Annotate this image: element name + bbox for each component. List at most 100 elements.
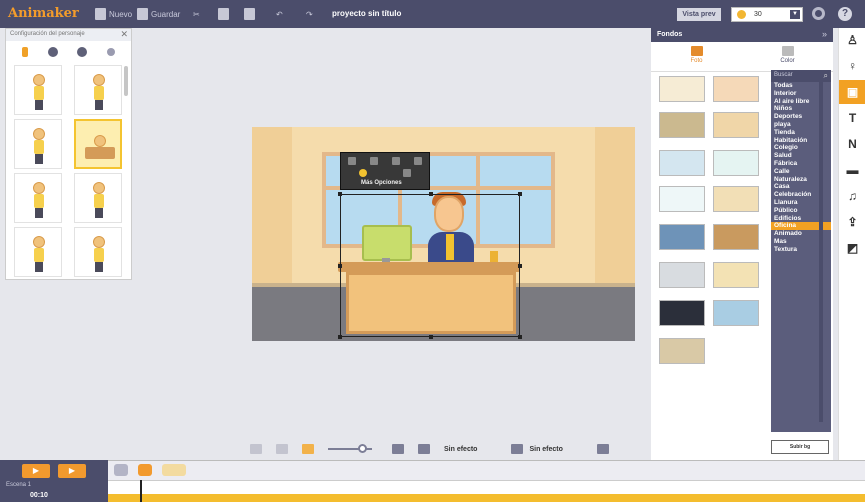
collapse-icon[interactable]: » xyxy=(822,29,827,39)
exit-effect-label[interactable]: Sin efecto xyxy=(529,446,562,453)
playhead[interactable] xyxy=(140,480,142,502)
layer-icon[interactable] xyxy=(370,157,378,165)
character-timeline-icon[interactable] xyxy=(138,464,152,476)
character-pose[interactable] xyxy=(14,119,62,169)
enter-effect-icon[interactable] xyxy=(392,444,404,454)
fit-icon[interactable] xyxy=(250,444,262,454)
search-input[interactable]: Buscar ⌕ xyxy=(771,70,831,82)
upload-icon[interactable]: ⇪ xyxy=(839,210,865,234)
play-button[interactable]: ▶ xyxy=(22,464,50,478)
background-icon[interactable]: ▣ xyxy=(839,80,865,104)
move-icon[interactable] xyxy=(348,157,356,165)
paste-icon xyxy=(244,8,255,20)
undo-icon[interactable]: ↶ xyxy=(276,7,283,21)
resize-handle[interactable] xyxy=(518,264,522,268)
background-thumbnail[interactable] xyxy=(659,76,705,102)
resize-handle[interactable] xyxy=(518,192,522,196)
background-thumbnail[interactable] xyxy=(713,112,759,138)
category-scrollbar[interactable] xyxy=(819,82,823,422)
character-pose[interactable] xyxy=(74,227,122,277)
background-thumbnail[interactable] xyxy=(659,224,705,250)
background-thumbnail[interactable] xyxy=(713,186,759,212)
tab-color[interactable]: Color xyxy=(742,42,833,71)
background-thumbnail[interactable] xyxy=(659,186,705,212)
text-icon[interactable]: T xyxy=(839,106,865,130)
timecode[interactable]: 00:10 xyxy=(30,492,48,499)
upload-background-button[interactable]: Subir bg xyxy=(771,440,829,454)
resize-handle[interactable] xyxy=(338,192,342,196)
background-thumbnail[interactable] xyxy=(659,338,705,364)
cut-icon[interactable]: ✂ xyxy=(193,7,200,21)
delete-icon[interactable] xyxy=(392,157,400,165)
save-button[interactable]: Guardar xyxy=(137,7,180,21)
character-icon[interactable]: ♙ xyxy=(839,28,865,52)
enter-effect-label[interactable]: Sin efecto xyxy=(444,446,477,453)
stage-wall-right xyxy=(595,127,635,287)
help-icon[interactable]: ? xyxy=(838,7,852,21)
exit-effect-settings-icon[interactable] xyxy=(596,444,609,454)
paste-button[interactable] xyxy=(244,7,255,21)
background-thumbnail[interactable] xyxy=(659,300,705,326)
enter-effect-settings-icon[interactable] xyxy=(418,444,430,454)
resize-handle[interactable] xyxy=(338,335,342,339)
background-thumbnail[interactable] xyxy=(713,224,759,250)
character-face-icon[interactable] xyxy=(47,47,58,57)
character-action-icon[interactable] xyxy=(107,48,116,56)
resize-handle[interactable] xyxy=(518,335,522,339)
more-options-label[interactable]: Más Opciones xyxy=(361,180,402,186)
background-thumbnail[interactable] xyxy=(659,112,705,138)
timeline-track[interactable] xyxy=(108,494,865,502)
camera-icon[interactable] xyxy=(114,464,128,476)
zoom-slider-knob[interactable] xyxy=(358,444,367,453)
zoom-select[interactable]: 30 ▼ xyxy=(731,7,803,22)
character-pose[interactable] xyxy=(14,173,62,223)
grid-icon[interactable] xyxy=(302,444,314,454)
character-body-icon[interactable] xyxy=(21,47,28,57)
timeline-ruler[interactable] xyxy=(108,480,865,494)
background-thumbnail[interactable] xyxy=(713,150,759,176)
music-icon[interactable]: ♫ xyxy=(839,184,865,208)
flip-icon[interactable] xyxy=(414,157,422,165)
zoom-slider[interactable] xyxy=(328,444,372,453)
character-pose[interactable] xyxy=(14,65,62,115)
tab-photo[interactable]: Foto xyxy=(651,42,742,71)
background-thumbnail[interactable] xyxy=(713,300,759,326)
resize-handle[interactable] xyxy=(338,264,342,268)
resize-handle[interactable] xyxy=(429,192,433,196)
selection-box[interactable] xyxy=(338,192,522,339)
play-scene-button[interactable]: ▶ xyxy=(58,464,86,478)
background-thumbnail[interactable] xyxy=(713,262,759,288)
scene-label[interactable]: Escena 1 xyxy=(6,482,31,488)
character-panel-scrollbar[interactable] xyxy=(124,66,128,96)
video-icon[interactable]: ▬ xyxy=(839,158,865,182)
effect-icon[interactable] xyxy=(359,169,367,177)
image-icon[interactable]: ◩ xyxy=(839,236,865,260)
exit-effect-icon[interactable] xyxy=(511,444,524,454)
timeline-tools xyxy=(114,464,186,476)
app-logo[interactable]: Animaker xyxy=(8,6,79,21)
background-thumbnail[interactable] xyxy=(659,262,705,288)
background-thumbnail[interactable] xyxy=(713,76,759,102)
character-pose[interactable] xyxy=(74,173,122,223)
character-palette-icon[interactable] xyxy=(77,47,88,57)
project-title[interactable]: proyecto sin título xyxy=(332,9,401,18)
close-icon[interactable]: ✕ xyxy=(120,29,128,40)
copy-button[interactable] xyxy=(218,7,229,21)
search-icon: ⌕ xyxy=(823,71,828,80)
settings-gear-icon[interactable] xyxy=(812,7,825,20)
new-button[interactable]: Nuevo xyxy=(95,7,132,21)
prop-icon[interactable]: ♀ xyxy=(839,54,865,78)
backgrounds-panel: Fondos » Foto Color Buscar ⌕ Todas Interio… xyxy=(651,28,833,464)
expand-icon[interactable] xyxy=(276,444,288,454)
character-pose[interactable] xyxy=(74,65,122,115)
background-thumbnail[interactable] xyxy=(659,150,705,176)
redo-icon[interactable]: ↷ xyxy=(306,7,313,21)
character-pose[interactable] xyxy=(14,227,62,277)
character-pose-selected[interactable] xyxy=(74,119,122,169)
preview-button[interactable]: Vista prev xyxy=(677,8,721,21)
transform-icon[interactable] xyxy=(403,169,411,177)
number-icon[interactable]: N xyxy=(839,132,865,156)
background-timeline-icon[interactable] xyxy=(162,464,186,476)
copy-icon xyxy=(218,8,229,20)
resize-handle[interactable] xyxy=(429,335,433,339)
